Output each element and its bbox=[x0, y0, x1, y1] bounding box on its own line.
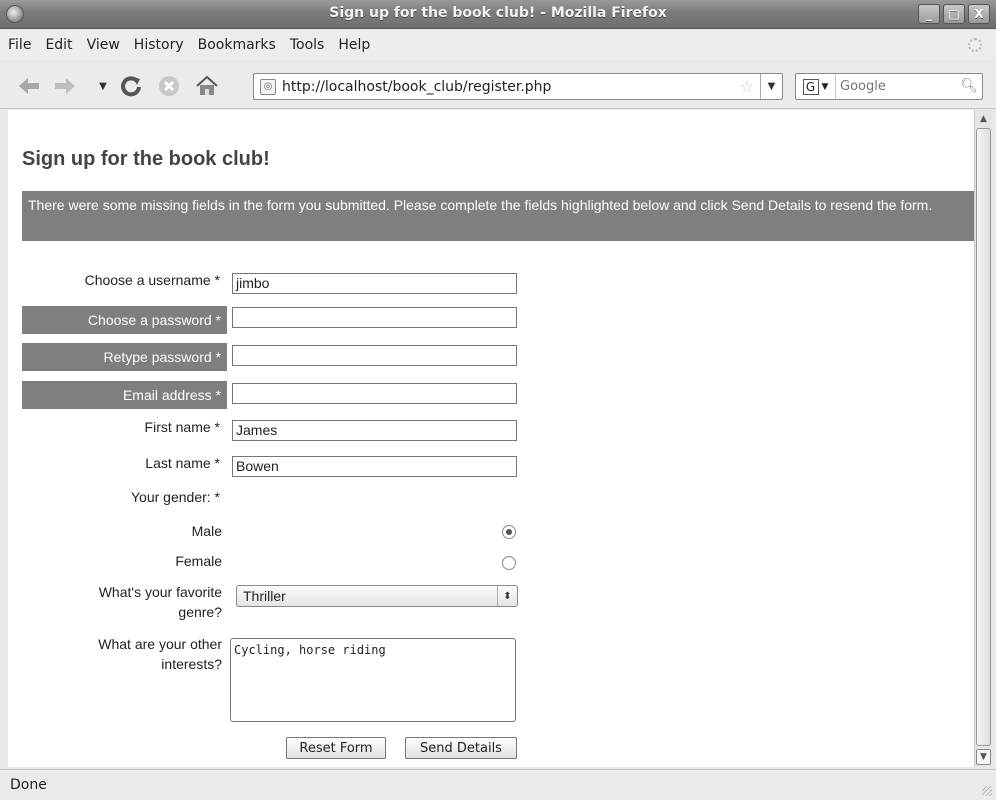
email-label: Email address * bbox=[22, 381, 227, 409]
female-radio[interactable] bbox=[502, 556, 516, 570]
password-label: Choose a password * bbox=[22, 306, 227, 334]
password-input[interactable] bbox=[232, 307, 517, 328]
username-label: Choose a username * bbox=[84, 272, 220, 288]
throbber-icon bbox=[968, 38, 982, 52]
scroll-down-icon[interactable]: ▼ bbox=[976, 749, 991, 765]
send-details-button[interactable]: Send Details bbox=[405, 737, 517, 759]
search-input[interactable] bbox=[836, 79, 956, 94]
forward-icon[interactable] bbox=[52, 73, 78, 99]
scrollbar-thumb[interactable] bbox=[976, 128, 991, 746]
first-name-label: First name * bbox=[144, 419, 220, 435]
genre-select-value: Thriller bbox=[243, 588, 286, 604]
menu-edit[interactable]: Edit bbox=[45, 37, 72, 53]
window-controls: _ □ X bbox=[918, 4, 990, 24]
search-icon[interactable]: 🔍︎ bbox=[960, 78, 978, 94]
error-message: There were some missing fields in the fo… bbox=[22, 191, 974, 241]
first-name-input[interactable]: James bbox=[232, 420, 517, 441]
retype-password-input[interactable] bbox=[232, 345, 517, 366]
reset-form-button[interactable]: Reset Form bbox=[286, 737, 386, 759]
close-button[interactable]: X bbox=[968, 4, 990, 24]
search-bar[interactable]: G▼ 🔍︎ bbox=[795, 73, 983, 100]
interests-textarea[interactable]: Cycling, horse riding bbox=[230, 638, 516, 722]
genre-label-line1: What's your favorite bbox=[98, 584, 222, 600]
site-identity-icon[interactable]: ◎ bbox=[260, 78, 276, 95]
last-name-label: Last name * bbox=[145, 455, 220, 471]
menu-file[interactable]: File bbox=[8, 37, 31, 53]
chevron-down-icon: ▼ bbox=[821, 81, 829, 92]
reload-icon[interactable] bbox=[118, 73, 144, 99]
resize-grip-icon[interactable] bbox=[982, 786, 992, 796]
back-icon[interactable] bbox=[16, 73, 42, 99]
male-radio[interactable] bbox=[502, 525, 516, 539]
vertical-scrollbar[interactable]: ▲ ▼ bbox=[974, 110, 992, 767]
bookmark-star-icon[interactable]: ☆ bbox=[740, 77, 754, 96]
male-label: Male bbox=[191, 523, 222, 539]
navigation-toolbar: ▼ ◎ http://localhost/book_club/register.… bbox=[0, 61, 996, 109]
email-input[interactable] bbox=[232, 383, 517, 404]
gender-label: Your gender: * bbox=[131, 489, 220, 505]
url-bar[interactable]: ◎ http://localhost/book_club/register.ph… bbox=[253, 73, 783, 100]
genre-select[interactable]: Thriller ⬍ bbox=[236, 585, 518, 607]
home-icon[interactable] bbox=[194, 73, 220, 99]
menu-bookmarks[interactable]: Bookmarks bbox=[198, 37, 276, 53]
window-title: Sign up for the book club! - Mozilla Fir… bbox=[329, 5, 667, 21]
genre-label-line2: genre? bbox=[178, 604, 222, 620]
history-dropdown-icon[interactable]: ▼ bbox=[90, 73, 116, 99]
url-text[interactable]: http://localhost/book_club/register.php bbox=[282, 79, 740, 95]
menu-view[interactable]: View bbox=[87, 37, 120, 53]
menu-history[interactable]: History bbox=[134, 37, 184, 53]
search-engine-selector[interactable]: G ▼ bbox=[796, 74, 836, 99]
interests-label-line2: interests? bbox=[161, 656, 222, 672]
window-titlebar: Sign up for the book club! - Mozilla Fir… bbox=[0, 0, 996, 29]
menu-tools[interactable]: Tools bbox=[290, 37, 325, 53]
status-text: Done bbox=[10, 777, 47, 793]
url-dropdown-icon[interactable]: ▼ bbox=[760, 74, 782, 99]
status-bar: Done bbox=[0, 769, 996, 800]
scroll-up-icon[interactable]: ▲ bbox=[976, 111, 991, 127]
page-content: Sign up for the book club! There were so… bbox=[8, 110, 974, 767]
username-input[interactable]: jimbo bbox=[232, 273, 517, 294]
select-arrows-icon: ⬍ bbox=[497, 586, 517, 606]
genre-label: What's your favorite genre? bbox=[22, 582, 222, 622]
last-name-input[interactable]: Bowen bbox=[232, 456, 517, 477]
retype-password-label: Retype password * bbox=[22, 343, 227, 371]
interests-label-line1: What are your other bbox=[98, 636, 222, 652]
menu-bar: File Edit View History Bookmarks Tools H… bbox=[0, 30, 996, 60]
stop-icon[interactable] bbox=[156, 73, 182, 99]
interests-label: What are your other interests? bbox=[22, 634, 222, 674]
maximize-button[interactable]: □ bbox=[943, 4, 965, 24]
female-label: Female bbox=[175, 553, 222, 569]
page-title: Sign up for the book club! bbox=[22, 148, 270, 170]
menu-help[interactable]: Help bbox=[338, 37, 370, 53]
minimize-button[interactable]: _ bbox=[918, 4, 940, 24]
search-engine-icon: G bbox=[802, 78, 819, 95]
